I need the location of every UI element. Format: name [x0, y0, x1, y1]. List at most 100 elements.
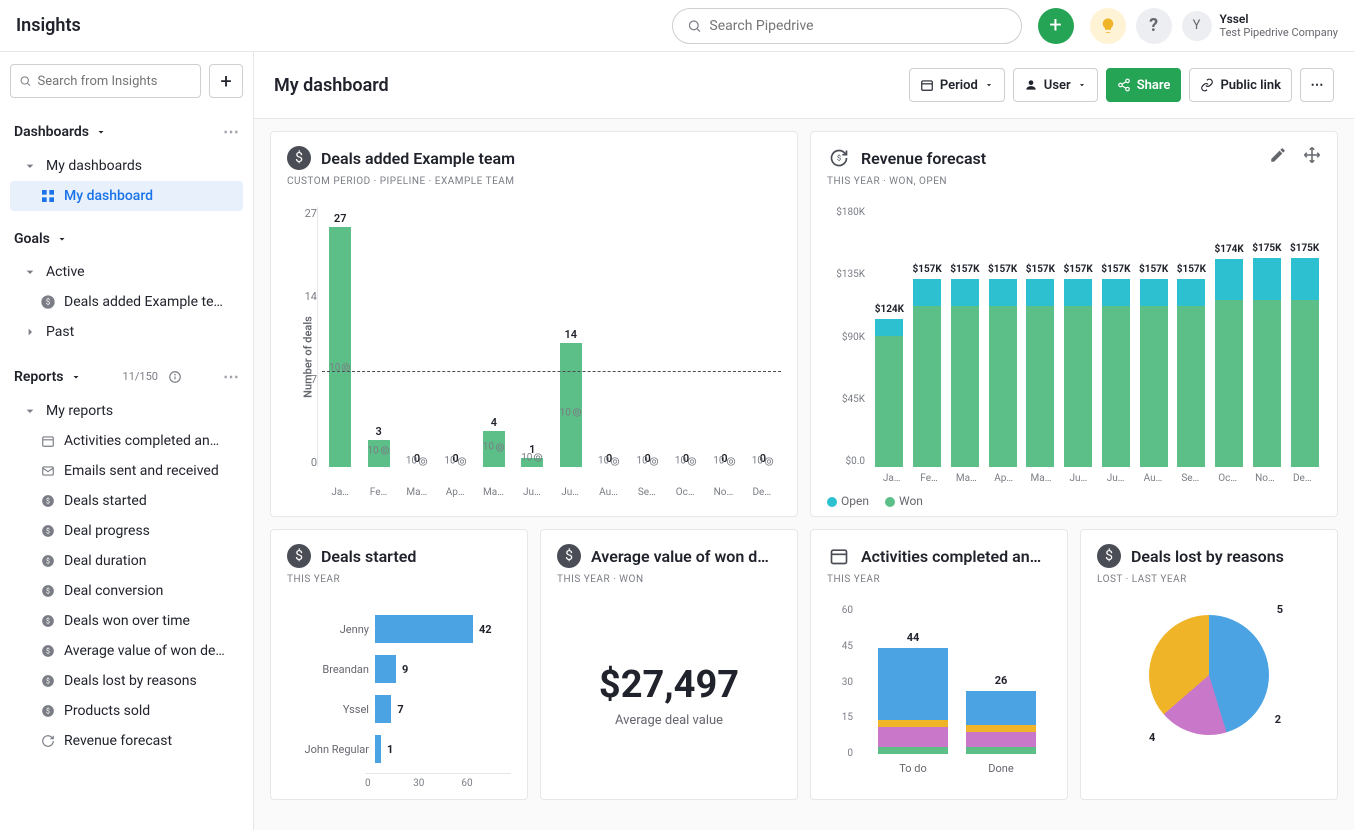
refresh-currency-icon: $: [827, 146, 851, 170]
sidebar-item-past[interactable]: Past: [10, 317, 243, 347]
card-deals-started: $ Deals started THIS YEAR Jenny42Breanda…: [270, 529, 528, 800]
share-button[interactable]: Share: [1106, 68, 1182, 102]
search-icon: [687, 18, 702, 34]
bulb-icon[interactable]: [1090, 8, 1126, 44]
chart-revenue: $180K$135K$90K$45K$0.0 $124K$157K$157K$1…: [827, 207, 1321, 467]
sidebar-add-button[interactable]: +: [209, 64, 243, 98]
user-company: Test Pipedrive Company: [1220, 26, 1338, 39]
sidebar-item-my-dashboard[interactable]: My dashboard: [10, 181, 243, 211]
card-subtitle: THIS YEAR · WON, OPEN: [811, 176, 1337, 197]
move-icon[interactable]: [1303, 146, 1321, 164]
sidebar-item-report[interactable]: Emails sent and received: [10, 456, 243, 486]
card-title: Average value of won d…: [591, 547, 769, 566]
svg-text:$: $: [46, 298, 51, 307]
sidebar-item-label: Emails sent and received: [64, 463, 219, 479]
calendar-icon: [920, 78, 934, 92]
chevron-down-icon: [22, 158, 38, 174]
help-icon[interactable]: ?: [1136, 8, 1172, 44]
card-title: Deals lost by reasons: [1131, 547, 1284, 566]
svg-text:$: $: [837, 154, 841, 163]
sidebar-search-input[interactable]: [38, 74, 193, 89]
edit-icon[interactable]: [1269, 146, 1287, 164]
sidebar-item-report[interactable]: $ Deals lost by reasons: [10, 666, 243, 696]
sidebar-item-report[interactable]: $ Average value of won de…: [10, 636, 243, 666]
report-icon: [40, 733, 56, 749]
sidebar-item-report[interactable]: $Products sold: [10, 696, 243, 726]
sidebar-item-report[interactable]: $Deals won over time: [10, 606, 243, 636]
sidebar-item-label: Average value of won de…: [64, 643, 225, 659]
section-goals[interactable]: Goals: [10, 221, 243, 257]
share-icon: [1117, 78, 1131, 92]
report-icon: [40, 463, 56, 479]
dashboard-icon: [40, 188, 56, 204]
topbar: Insights + ? Y Yssel Test Pipedrive Comp…: [0, 0, 1354, 52]
sidebar: + Dashboards ⋯ My dashboards My dashboar…: [0, 52, 254, 830]
currency-icon: $: [287, 544, 311, 568]
app-title: Insights: [16, 15, 81, 36]
more-button[interactable]: ⋯: [1300, 68, 1334, 102]
chart-deals-started: Jenny42Breandan9Yssel7John Regular1: [287, 605, 511, 773]
sidebar-item-goal-deals-added[interactable]: $ Deals added Example te…: [10, 287, 243, 317]
global-search[interactable]: [672, 8, 1022, 44]
card-deals-lost: $ Deals lost by reasons LOST · LAST YEAR…: [1080, 529, 1338, 800]
period-dropdown[interactable]: Period: [909, 68, 1005, 102]
chevron-down-icon: [22, 264, 38, 280]
more-icon[interactable]: ⋯: [223, 367, 239, 386]
add-button[interactable]: +: [1038, 8, 1074, 44]
user-menu[interactable]: Y Yssel Test Pipedrive Company: [1182, 11, 1338, 41]
sidebar-item-report[interactable]: $Deal duration: [10, 546, 243, 576]
chart-deals-lost: 5 2 4: [1097, 605, 1321, 735]
svg-text:$: $: [46, 587, 50, 595]
info-icon[interactable]: [168, 370, 182, 384]
report-icon: [40, 433, 56, 449]
svg-text:$: $: [46, 647, 50, 655]
pie-label: 2: [1275, 713, 1281, 726]
user-dropdown[interactable]: User: [1013, 68, 1098, 102]
sidebar-item-report[interactable]: $ Deal progress: [10, 516, 243, 546]
sidebar-item-my-reports[interactable]: My reports: [10, 396, 243, 426]
svg-text:$: $: [46, 497, 50, 505]
public-link-button[interactable]: Public link: [1189, 68, 1292, 102]
section-dashboards[interactable]: Dashboards ⋯: [10, 112, 243, 151]
report-icon: $: [40, 493, 56, 509]
chevron-down-icon: [56, 233, 68, 245]
more-icon[interactable]: ⋯: [223, 122, 239, 141]
sidebar-item-my-dashboards[interactable]: My dashboards: [10, 151, 243, 181]
sidebar-item-report[interactable]: $Deals started: [10, 486, 243, 516]
card-subtitle: CUSTOM PERIOD · PIPELINE · EXAMPLE TEAM: [271, 176, 797, 197]
sidebar-item-label: Deals lost by reasons: [64, 673, 197, 689]
svg-text:$: $: [46, 707, 50, 715]
sidebar-item-report[interactable]: Revenue forecast: [10, 726, 243, 756]
report-icon: $: [40, 673, 56, 689]
svg-text:$: $: [46, 617, 50, 625]
report-icon: $: [40, 523, 56, 539]
report-icon: $: [40, 703, 56, 719]
main: My dashboard Period User Share Public li…: [254, 52, 1354, 830]
reports-count: 11/150: [123, 370, 158, 383]
report-icon: $: [40, 613, 56, 629]
card-subtitle: THIS YEAR · WON: [541, 574, 797, 595]
chevron-down-icon: [1077, 80, 1087, 90]
card-avg-value: $ Average value of won d… THIS YEAR · WO…: [540, 529, 798, 800]
user-name: Yssel: [1220, 12, 1338, 26]
currency-icon: $: [557, 544, 581, 568]
chevron-right-icon: [22, 324, 38, 340]
chart-activities: 604530150 44To do26Done: [827, 605, 1051, 775]
sidebar-item-report[interactable]: Activities completed an…: [10, 426, 243, 456]
sidebar-item-label: Activities completed an…: [64, 433, 219, 449]
svg-text:$: $: [46, 527, 50, 535]
sidebar-item-label: Deal progress: [64, 523, 150, 539]
currency-icon: $: [40, 294, 56, 310]
scorecard-label: Average deal value: [615, 713, 723, 728]
pie-label: 5: [1277, 603, 1283, 616]
section-reports[interactable]: Reports 11/150 ⋯: [10, 357, 243, 396]
sidebar-item-label: Deal conversion: [64, 583, 163, 599]
sidebar-search[interactable]: [10, 64, 201, 98]
global-search-input[interactable]: [709, 18, 1006, 34]
report-icon: $: [40, 643, 56, 659]
card-revenue-forecast: $ Revenue forecast THIS YEAR · WON, OPEN…: [810, 131, 1338, 517]
chevron-down-icon: [70, 371, 82, 383]
sidebar-item-report[interactable]: $ Deal conversion: [10, 576, 243, 606]
sidebar-item-active[interactable]: Active: [10, 257, 243, 287]
link-icon: [1200, 78, 1214, 92]
